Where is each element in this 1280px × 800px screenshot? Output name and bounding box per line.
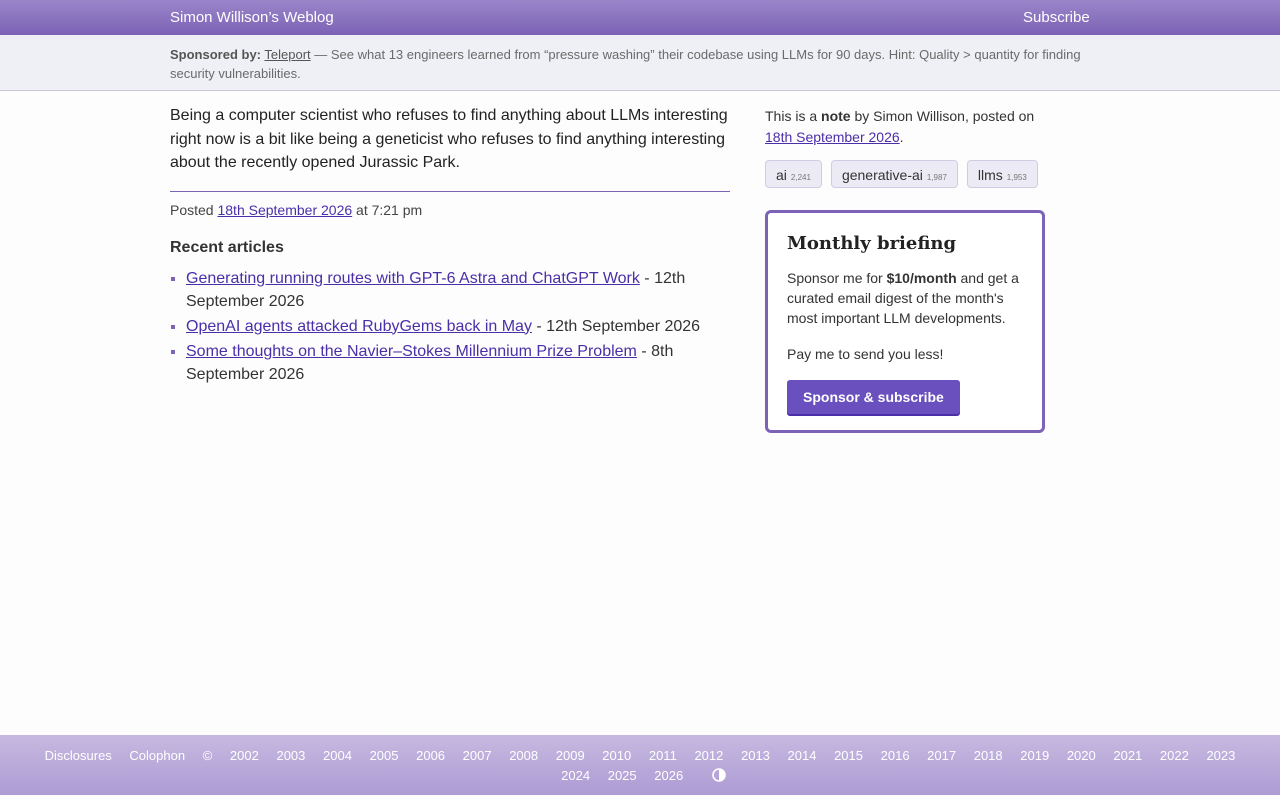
list-item: Some thoughts on the Navier–Stokes Mille…	[186, 340, 730, 386]
year-link-2005[interactable]: 2005	[370, 748, 399, 763]
sidebar: This is a note by Simon Willison, posted…	[765, 106, 1050, 433]
briefing-text: Sponsor me for $10/month and get a curat…	[787, 268, 1023, 328]
meta-type: note	[821, 108, 851, 124]
year-link-2013[interactable]: 2013	[741, 748, 770, 763]
tag-count: 2,241	[790, 173, 811, 182]
meta-author: by Simon Willison, posted on	[850, 108, 1035, 124]
footer-links: Disclosures Colophon © 2002 2003 2004 20…	[20, 735, 1260, 786]
year-link-2023[interactable]: 2023	[1206, 748, 1235, 763]
recent-articles-list: Generating running routes with GPT-6 Ast…	[170, 267, 730, 386]
year-link-2002[interactable]: 2002	[230, 748, 259, 763]
year-link-2017[interactable]: 2017	[927, 748, 956, 763]
list-item: Generating running routes with GPT-6 Ast…	[186, 267, 730, 313]
note-body: Being a computer scientist who refuses t…	[170, 104, 730, 192]
recent-article-date: - 12th September 2026	[531, 317, 701, 335]
sponsor-label: Sponsored by:	[170, 47, 262, 62]
posted-line: Posted 18th September 2026 at 7:21 pm	[170, 202, 730, 218]
sponsor-link[interactable]: Teleport	[264, 47, 310, 62]
year-link-2025[interactable]: 2025	[608, 768, 637, 783]
posted-prefix: Posted	[170, 201, 214, 218]
list-item: OpenAI agents attacked RubyGems back in …	[186, 315, 730, 338]
tag-generative-ai[interactable]: generative-ai 1,987	[830, 160, 958, 188]
year-link-2004[interactable]: 2004	[323, 748, 352, 763]
year-link-2021[interactable]: 2021	[1113, 748, 1142, 763]
posted-time: at 7:21 pm	[356, 201, 423, 218]
sponsor-text: Sponsored by: Teleport — See what 13 eng…	[170, 45, 1090, 83]
year-link-2022[interactable]: 2022	[1160, 748, 1189, 763]
year-link-2015[interactable]: 2015	[834, 748, 863, 763]
briefing-price: $10/month	[886, 270, 957, 286]
colophon-link[interactable]: Colophon	[129, 748, 185, 763]
year-links: 2002 2003 2004 2005 2006 2007 2008 2009 …	[223, 748, 1242, 783]
year-link-2011[interactable]: 2011	[649, 748, 677, 763]
meta-end: .	[899, 129, 904, 145]
year-link-2019[interactable]: 2019	[1020, 748, 1049, 763]
year-link-2010[interactable]: 2010	[602, 748, 631, 763]
year-link-2016[interactable]: 2016	[881, 748, 910, 763]
briefing-text-pre: Sponsor me for	[787, 270, 887, 286]
subscribe-link[interactable]: Subscribe	[1023, 9, 1090, 26]
year-link-2024[interactable]: 2024	[561, 768, 590, 783]
contrast-icon-svg	[712, 768, 726, 782]
year-link-2003[interactable]: 2003	[276, 748, 305, 763]
tag-llms[interactable]: llms 1,953	[966, 160, 1038, 188]
footer: Disclosures Colophon © 2002 2003 2004 20…	[0, 735, 1280, 795]
tag-count: 1,953	[1006, 173, 1027, 182]
tag-ai[interactable]: ai 2,241	[765, 160, 822, 188]
contrast-icon[interactable]	[712, 768, 726, 782]
monthly-briefing-box: Monthly briefing Sponsor me for $10/mont…	[765, 210, 1045, 433]
meta-date-link[interactable]: 18th September 2026	[765, 129, 900, 145]
year-link-2018[interactable]: 2018	[974, 748, 1003, 763]
year-link-2012[interactable]: 2012	[694, 748, 723, 763]
tag-label: generative-ai	[841, 167, 923, 183]
year-link-2014[interactable]: 2014	[788, 748, 817, 763]
year-link-2026[interactable]: 2026	[654, 768, 683, 783]
briefing-title: Monthly briefing	[787, 233, 957, 254]
tag-count: 1,987	[926, 173, 947, 182]
year-link-2008[interactable]: 2008	[509, 748, 538, 763]
briefing-less: Pay me to send you less!	[787, 346, 944, 362]
recent-articles-heading: Recent articles	[170, 238, 284, 256]
year-link-2006[interactable]: 2006	[416, 748, 445, 763]
site-title-link[interactable]: Simon Willison’s Weblog	[170, 9, 334, 26]
recent-article-link[interactable]: Some thoughts on the Navier–Stokes Mille…	[186, 343, 637, 360]
top-bar: Simon Willison’s Weblog Subscribe	[0, 0, 1280, 35]
copyright-symbol: ©	[202, 748, 213, 763]
disclosures-link[interactable]: Disclosures	[45, 748, 112, 763]
year-link-2020[interactable]: 2020	[1067, 748, 1096, 763]
main-content: Being a computer scientist who refuses t…	[170, 104, 730, 388]
tag-label: ai	[776, 167, 787, 183]
recent-article-link[interactable]: Generating running routes with GPT-6 Ast…	[186, 270, 640, 287]
year-link-2009[interactable]: 2009	[556, 748, 585, 763]
year-link-2007[interactable]: 2007	[463, 748, 492, 763]
recent-article-link[interactable]: OpenAI agents attacked RubyGems back in …	[186, 318, 532, 335]
posted-date-link[interactable]: 18th September 2026	[217, 202, 352, 218]
sponsor-subscribe-button[interactable]: Sponsor & subscribe	[787, 380, 960, 414]
note-meta: This is a note by Simon Willison, posted…	[765, 106, 1050, 148]
tag-list: ai 2,241 generative-ai 1,987 llms 1,953	[765, 160, 1045, 188]
meta-prefix: This is a	[765, 108, 822, 124]
tag-label: llms	[977, 167, 1003, 183]
sponsor-banner: Sponsored by: Teleport — See what 13 eng…	[0, 35, 1280, 91]
